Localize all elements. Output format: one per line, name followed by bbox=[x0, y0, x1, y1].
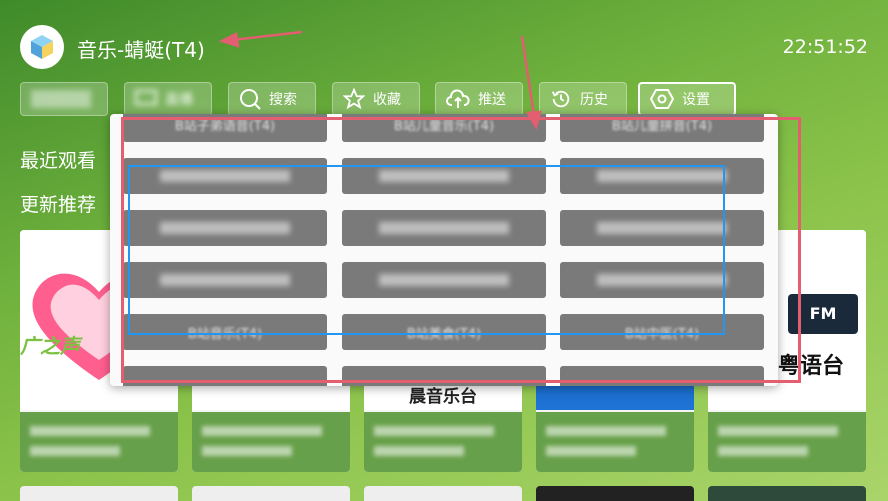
card-item[interactable] bbox=[192, 486, 350, 501]
source-button[interactable] bbox=[123, 210, 327, 246]
app-title: 音乐-蜻蜓(T4) bbox=[77, 38, 205, 62]
source-selector-popup: B站子弟语音(T4) B站儿童音乐(T4) B站儿童拼音(T4) B站音乐(T4… bbox=[110, 114, 778, 386]
source-button[interactable]: B站子弟语音(T4) bbox=[123, 114, 327, 142]
toolbar-item-label: 搜索 bbox=[269, 92, 297, 108]
tv-icon bbox=[135, 90, 157, 105]
source-button[interactable] bbox=[560, 262, 764, 298]
source-button[interactable] bbox=[342, 262, 546, 298]
source-label: B站儿童拼音(T4) bbox=[611, 118, 713, 134]
card-caption bbox=[192, 412, 350, 472]
cube-icon bbox=[31, 35, 53, 59]
source-button[interactable]: B站音乐(T4) bbox=[123, 314, 327, 350]
source-button[interactable]: B站儿童拼音(T4) bbox=[560, 114, 764, 142]
toolbar-item-live[interactable]: 直播 bbox=[124, 82, 212, 116]
toolbar-item-favorites[interactable]: 收藏 bbox=[332, 82, 420, 116]
source-button[interactable]: B站中医(T4) bbox=[560, 314, 764, 350]
history-icon bbox=[551, 90, 570, 108]
section-recent: 最近观看 bbox=[20, 150, 97, 172]
source-label: B站子弟语音(T4) bbox=[174, 118, 276, 134]
toolbar-item-settings[interactable]: 设置 bbox=[638, 82, 736, 116]
source-button[interactable] bbox=[560, 366, 764, 386]
toolbar-item-history[interactable]: 历史 bbox=[539, 82, 627, 116]
toolbar-item-label: 直播 bbox=[165, 92, 193, 108]
search-icon bbox=[240, 89, 261, 110]
source-button[interactable]: B站儿童音乐(T4) bbox=[342, 114, 546, 142]
card-caption bbox=[20, 412, 178, 472]
hexagon-settings-icon bbox=[650, 89, 674, 109]
source-button[interactable] bbox=[342, 158, 546, 194]
source-label: B站美食(T4) bbox=[406, 326, 482, 342]
toolbar-item-search[interactable]: 搜索 bbox=[228, 82, 316, 116]
source-button[interactable] bbox=[123, 262, 327, 298]
source-button[interactable] bbox=[342, 210, 546, 246]
card-item[interactable] bbox=[536, 486, 694, 501]
card-item[interactable] bbox=[364, 486, 522, 501]
star-icon bbox=[343, 88, 365, 110]
card-item[interactable] bbox=[708, 486, 866, 501]
app-logo bbox=[20, 25, 64, 69]
toolbar-item-label: 推送 bbox=[478, 92, 506, 108]
blurred-icon bbox=[31, 90, 91, 108]
card-caption bbox=[536, 412, 694, 472]
source-label: B站中医(T4) bbox=[624, 326, 700, 342]
card-item[interactable] bbox=[20, 486, 178, 501]
card-row-second bbox=[20, 486, 868, 501]
source-label: B站音乐(T4) bbox=[187, 326, 263, 342]
card-caption bbox=[708, 412, 866, 472]
cloud-upload-icon bbox=[446, 89, 470, 108]
source-button[interactable] bbox=[560, 210, 764, 246]
section-recommend: 更新推荐 bbox=[20, 194, 97, 216]
source-button[interactable] bbox=[342, 366, 546, 386]
source-label: B站儿童音乐(T4) bbox=[393, 118, 495, 134]
card-label: 粤语台 bbox=[778, 354, 845, 379]
card-caption bbox=[364, 412, 522, 472]
toolbar-item-push[interactable]: 推送 bbox=[435, 82, 523, 116]
clock: 22:51:52 bbox=[782, 36, 868, 58]
source-button[interactable] bbox=[123, 158, 327, 194]
toolbar-item-label: 设置 bbox=[682, 92, 710, 108]
toolbar-item-blurred[interactable] bbox=[20, 82, 108, 116]
card-label: 广之声 bbox=[20, 334, 80, 358]
toolbar-item-label: 收藏 bbox=[373, 92, 401, 108]
source-button[interactable] bbox=[560, 158, 764, 194]
toolbar-item-label: 历史 bbox=[580, 92, 608, 108]
source-button[interactable]: B站美食(T4) bbox=[342, 314, 546, 350]
card-label: FM bbox=[788, 294, 858, 334]
source-button[interactable] bbox=[123, 366, 327, 386]
